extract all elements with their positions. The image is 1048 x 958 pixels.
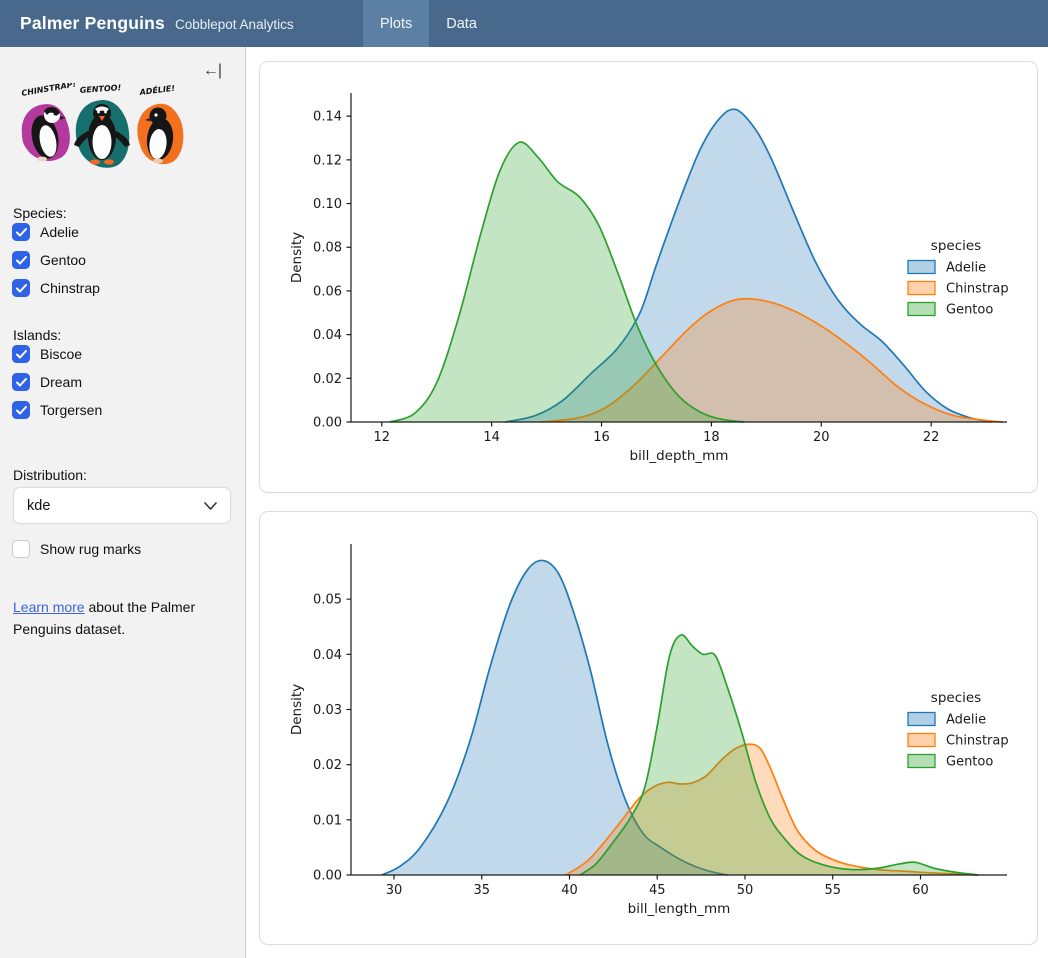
species-checkbox-adelie[interactable]: Adelie — [12, 223, 79, 241]
y-tick-label: 0.08 — [313, 241, 342, 256]
x-tick-label: 18 — [703, 430, 720, 445]
checkbox-icon[interactable] — [12, 540, 30, 558]
legend-label-gentoo: Gentoo — [946, 303, 993, 318]
checkbox-icon[interactable] — [12, 279, 30, 297]
brand: Palmer Penguins Cobblepot Analytics — [0, 13, 294, 34]
penguin-artwork: CHINSTRAP! GENTOO! ADÉLIE! — [12, 83, 190, 175]
x-tick-label: 60 — [912, 883, 929, 898]
legend-patch-chinstrap — [908, 734, 935, 747]
x-tick-label: 16 — [593, 430, 610, 445]
artwork-label-adelie: ADÉLIE! — [138, 83, 176, 97]
checkbox-icon[interactable] — [12, 345, 30, 363]
x-tick-label: 12 — [373, 430, 390, 445]
legend-label-chinstrap: Chinstrap — [946, 282, 1009, 297]
y-tick-label: 0.06 — [313, 284, 342, 299]
legend-patch-gentoo — [908, 755, 935, 768]
x-axis-label: bill_depth_mm — [630, 448, 729, 464]
x-tick-label: 35 — [473, 883, 490, 898]
y-axis-label: Density — [289, 232, 305, 283]
checkbox-label: Show rug marks — [40, 541, 141, 557]
island-checkbox-dream[interactable]: Dream — [12, 373, 82, 391]
x-tick-label: 22 — [923, 430, 940, 445]
sidebar-collapse-icon[interactable]: ←| — [203, 62, 221, 80]
y-tick-label: 0.02 — [313, 758, 342, 773]
distribution-select[interactable]: kde — [13, 487, 231, 524]
x-tick-label: 40 — [561, 883, 578, 898]
checkbox-label: Biscoe — [40, 346, 82, 362]
x-tick-label: 30 — [386, 883, 403, 898]
y-tick-label: 0.04 — [313, 328, 342, 343]
learn-more-link[interactable]: Learn more — [13, 599, 85, 615]
checkbox-label: Adelie — [40, 224, 79, 240]
artwork-label-gentoo: GENTOO! — [80, 83, 122, 95]
legend-label-adelie: Adelie — [946, 261, 986, 276]
nav-tabs: Plots Data — [363, 0, 494, 47]
artwork-label-chinstrap: CHINSTRAP! — [21, 83, 77, 98]
legend-patch-adelie — [908, 713, 935, 726]
legend-label-adelie: Adelie — [946, 713, 986, 728]
bill-length-card: 30 35 40 45 50 55 60 0.00 0.01 0.02 0.03 0.04 0.05 bi… — [259, 511, 1038, 945]
species-checkbox-gentoo[interactable]: Gentoo — [12, 251, 86, 269]
app-header: Palmer Penguins Cobblepot Analytics Plot… — [0, 0, 1048, 47]
species-group-label: Species: — [13, 205, 67, 221]
sidebar: ←| — [0, 47, 246, 958]
x-tick-label: 55 — [824, 883, 841, 898]
distribution-selected-value: kde — [27, 498, 50, 514]
bill-depth-card: 12 14 16 18 20 22 0.00 0.02 0.04 0.06 0.08 0.10 0.12… — [259, 61, 1038, 493]
checkbox-icon[interactable] — [12, 401, 30, 419]
y-tick-label: 0.02 — [313, 372, 342, 387]
checkbox-label: Torgersen — [40, 402, 102, 418]
chevron-down-icon — [204, 502, 217, 510]
app-subtitle: Cobblepot Analytics — [175, 17, 294, 32]
tab-data[interactable]: Data — [429, 0, 494, 47]
checkbox-icon[interactable] — [12, 251, 30, 269]
tab-plots[interactable]: Plots — [363, 0, 429, 47]
x-axis-label: bill_length_mm — [628, 901, 731, 917]
checkbox-icon[interactable] — [12, 373, 30, 391]
checkbox-label: Chinstrap — [40, 280, 100, 296]
dataset-note: Learn more about the Palmer Penguins dat… — [13, 596, 235, 641]
legend-title: species — [931, 690, 981, 706]
app-title: Palmer Penguins — [20, 13, 165, 34]
legend-patch-adelie — [908, 261, 935, 274]
y-tick-label: 0.05 — [313, 593, 342, 608]
y-tick-label: 0.12 — [313, 153, 342, 168]
y-tick-label: 0.10 — [313, 197, 342, 212]
x-tick-label: 50 — [737, 883, 754, 898]
bill-depth-kde-chart: 12 14 16 18 20 22 0.00 0.02 0.04 0.06 0.08 0.10 0.12… — [260, 62, 1037, 492]
y-tick-label: 0.04 — [313, 648, 342, 663]
y-tick-label: 0.01 — [313, 813, 342, 828]
y-tick-label: 0.00 — [313, 869, 342, 884]
legend-title: species — [931, 238, 981, 254]
checkbox-icon[interactable] — [12, 223, 30, 241]
bill-length-kde-chart: 30 35 40 45 50 55 60 0.00 0.01 0.02 0.03 0.04 0.05 bi… — [260, 512, 1037, 944]
legend-patch-chinstrap — [908, 282, 935, 295]
checkbox-label: Dream — [40, 374, 82, 390]
distribution-label: Distribution: — [13, 467, 87, 483]
legend-label-gentoo: Gentoo — [946, 755, 993, 770]
y-tick-label: 0.03 — [313, 703, 342, 718]
rug-marks-checkbox[interactable]: Show rug marks — [12, 540, 141, 558]
x-tick-label: 45 — [649, 883, 666, 898]
x-tick-label: 14 — [483, 430, 500, 445]
y-axis-label: Density — [289, 684, 305, 735]
main-content: 12 14 16 18 20 22 0.00 0.02 0.04 0.06 0.08 0.10 0.12… — [246, 47, 1048, 958]
legend-patch-gentoo — [908, 303, 935, 316]
island-checkbox-torgersen[interactable]: Torgersen — [12, 401, 102, 419]
x-tick-label: 20 — [813, 430, 830, 445]
islands-group-label: Islands: — [13, 327, 61, 343]
checkbox-label: Gentoo — [40, 252, 86, 268]
island-checkbox-biscoe[interactable]: Biscoe — [12, 345, 82, 363]
species-checkbox-chinstrap[interactable]: Chinstrap — [12, 279, 100, 297]
legend-label-chinstrap: Chinstrap — [946, 734, 1009, 749]
y-tick-label: 0.14 — [313, 110, 342, 125]
y-tick-label: 0.00 — [313, 416, 342, 431]
